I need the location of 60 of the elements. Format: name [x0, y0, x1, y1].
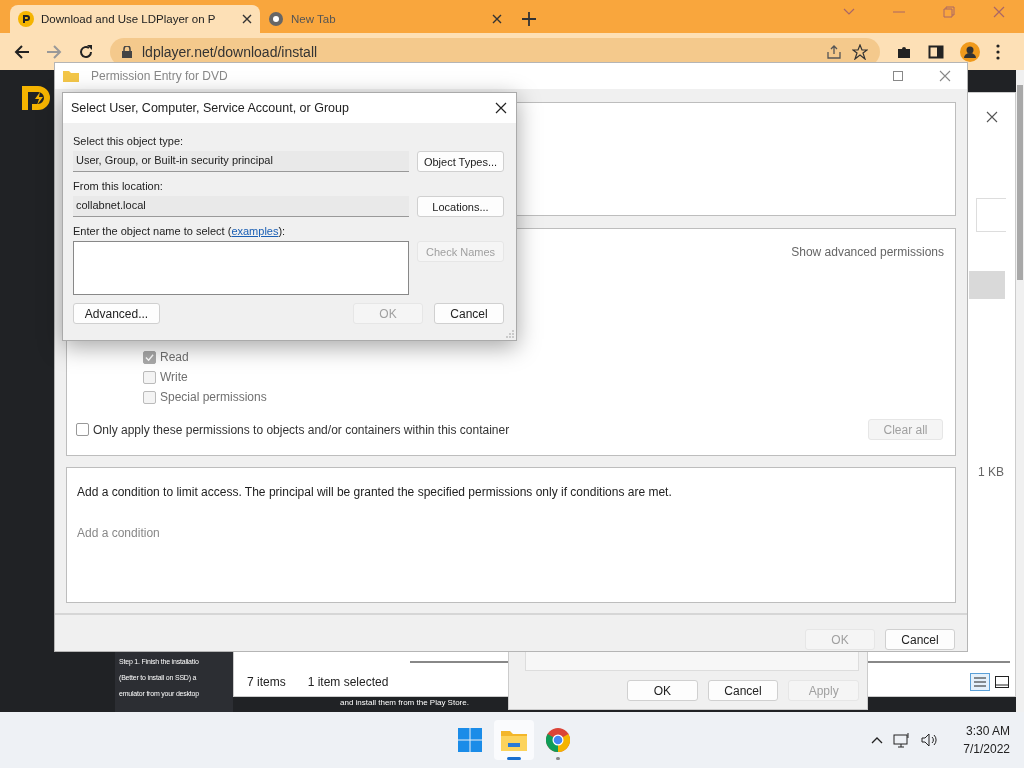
logo-icon [18, 11, 34, 27]
tiles-view-icon[interactable] [994, 675, 1010, 689]
dialog-title: Select User, Computer, Service Account, or Group [71, 101, 349, 115]
show-advanced-link[interactable]: Show advanced permissions [791, 245, 944, 259]
close-icon[interactable] [986, 111, 998, 123]
volume-icon[interactable] [921, 733, 940, 747]
object-type-field: User, Group, or Built-in security principal [73, 151, 409, 172]
advanced-button[interactable]: Advanced... [73, 303, 160, 324]
checkbox-label: Write [160, 370, 188, 384]
field-label: Enter the object name to select (examples): [73, 225, 287, 237]
share-icon[interactable] [826, 43, 842, 60]
maximize-icon[interactable] [893, 71, 903, 81]
chevron-down-icon[interactable] [843, 7, 855, 16]
forward-icon[interactable] [46, 43, 62, 60]
close-icon[interactable] [492, 14, 502, 24]
back-icon[interactable] [14, 43, 30, 60]
checkbox-label: Read [160, 350, 189, 364]
add-condition-link[interactable]: Add a condition [77, 526, 160, 540]
field-label: From this location: [73, 180, 164, 192]
sidebar-icon[interactable] [928, 43, 944, 60]
browser-tab[interactable]: Download and Use LDPlayer on P [10, 5, 260, 33]
lock-icon [122, 45, 132, 58]
location-field: collabnet.local [73, 196, 409, 217]
checkbox[interactable] [76, 423, 89, 436]
checkbox-label: Special permissions [160, 390, 267, 404]
close-icon[interactable] [495, 102, 507, 114]
taskbar-app[interactable] [494, 720, 534, 760]
dialog-button[interactable]: Cancel [434, 303, 504, 324]
folder-icon [501, 729, 527, 751]
network-icon[interactable] [893, 732, 912, 748]
selection-count: 1 item selected [307, 675, 389, 689]
star-icon[interactable] [852, 43, 868, 60]
close-icon[interactable] [242, 14, 252, 24]
condition-text: Add a condition to limit access. The principal will be granted the specified permissions only if conditions are met. [77, 485, 672, 499]
reload-icon[interactable] [78, 43, 94, 60]
menu-icon[interactable] [996, 43, 1000, 60]
field-label: Select this object type: [73, 135, 185, 147]
locations-button[interactable]: Locations... [417, 196, 504, 217]
clock-date[interactable]: 7/1/2022 [963, 742, 1010, 756]
avatar-icon[interactable] [960, 41, 980, 62]
checkbox-label: Only apply these permissions to objects and/or containers within this container [93, 422, 510, 437]
item-count: 7 items [247, 675, 286, 689]
scrollbar[interactable] [1016, 70, 1024, 712]
search-field[interactable] [976, 198, 1006, 232]
dialog-button[interactable]: OK [627, 680, 698, 701]
chevron-up-icon[interactable] [871, 736, 884, 744]
resize-grip-icon[interactable] [506, 330, 514, 338]
page-text: and install them from the Play Store. [340, 698, 469, 707]
dialog-button[interactable]: Cancel [885, 629, 955, 650]
object-name-field[interactable] [73, 241, 409, 295]
window-title: Permission Entry for DVD [91, 69, 228, 83]
dialog-button[interactable]: Cancel [707, 680, 779, 701]
chrome-icon [546, 728, 570, 752]
examples-link[interactable]: examples [231, 225, 279, 237]
clock-time[interactable]: 3:30 AM [965, 724, 1010, 738]
browser-tab[interactable]: New Tab [260, 5, 510, 33]
plus-icon[interactable] [522, 12, 536, 26]
object-types-button[interactable]: Object Types... [417, 151, 504, 172]
file-size: 1 KB [978, 465, 1004, 479]
windows-icon [458, 728, 482, 752]
